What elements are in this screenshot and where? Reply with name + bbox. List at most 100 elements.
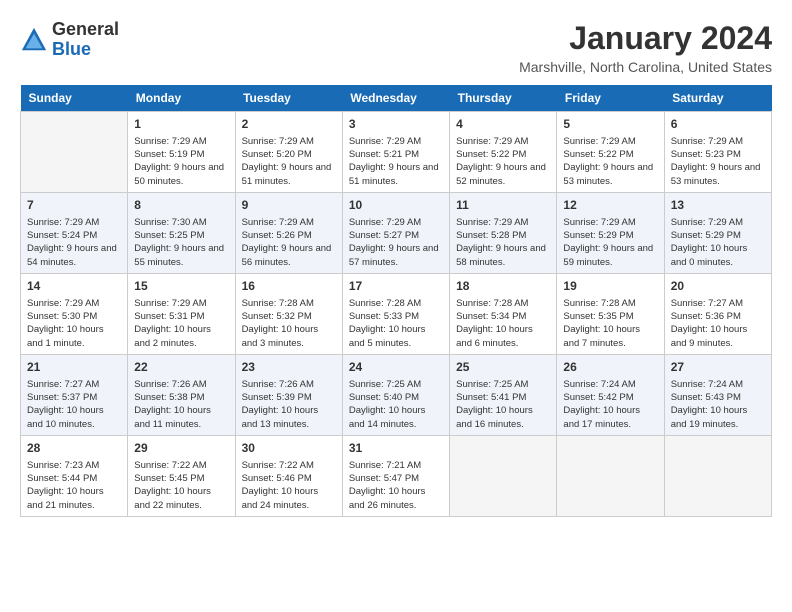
sunrise-text: Sunrise: 7:29 AM: [242, 216, 336, 229]
day-number: 22: [134, 359, 228, 376]
daylight-text: Daylight: 9 hours and 56 minutes.: [242, 242, 336, 269]
sunrise-text: Sunrise: 7:22 AM: [242, 459, 336, 472]
sunset-text: Sunset: 5:29 PM: [563, 229, 657, 242]
sunrise-text: Sunrise: 7:25 AM: [349, 378, 443, 391]
day-number: 23: [242, 359, 336, 376]
sunset-text: Sunset: 5:31 PM: [134, 310, 228, 323]
daylight-text: Daylight: 9 hours and 53 minutes.: [671, 161, 765, 188]
sunset-text: Sunset: 5:35 PM: [563, 310, 657, 323]
logo: General Blue: [20, 20, 119, 60]
sunset-text: Sunset: 5:30 PM: [27, 310, 121, 323]
daylight-text: Daylight: 10 hours and 16 minutes.: [456, 404, 550, 431]
logo-icon: [20, 26, 48, 54]
day-number: 6: [671, 116, 765, 133]
calendar-week-row: 14 Sunrise: 7:29 AMSunset: 5:30 PM Dayligh…: [21, 273, 772, 354]
sunrise-text: Sunrise: 7:22 AM: [134, 459, 228, 472]
daylight-text: Daylight: 10 hours and 26 minutes.: [349, 485, 443, 512]
sunset-text: Sunset: 5:36 PM: [671, 310, 765, 323]
day-header-saturday: Saturday: [664, 85, 771, 112]
sunrise-text: Sunrise: 7:29 AM: [671, 135, 765, 148]
day-number: 30: [242, 440, 336, 457]
sunset-text: Sunset: 5:28 PM: [456, 229, 550, 242]
day-number: 4: [456, 116, 550, 133]
sunrise-text: Sunrise: 7:28 AM: [349, 297, 443, 310]
daylight-text: Daylight: 10 hours and 2 minutes.: [134, 323, 228, 350]
daylight-text: Daylight: 10 hours and 7 minutes.: [563, 323, 657, 350]
sunrise-text: Sunrise: 7:24 AM: [563, 378, 657, 391]
day-number: 18: [456, 278, 550, 295]
daylight-text: Daylight: 10 hours and 10 minutes.: [27, 404, 121, 431]
calendar-cell: [557, 435, 664, 516]
calendar-table: SundayMondayTuesdayWednesdayThursdayFrid…: [20, 85, 772, 517]
daylight-text: Daylight: 9 hours and 55 minutes.: [134, 242, 228, 269]
sunset-text: Sunset: 5:23 PM: [671, 148, 765, 161]
calendar-cell: 31 Sunrise: 7:21 AMSunset: 5:47 PMDayligh…: [342, 435, 449, 516]
sunrise-text: Sunrise: 7:29 AM: [349, 135, 443, 148]
day-number: 13: [671, 197, 765, 214]
calendar-week-row: 7Sunrise: 7:29 AMSunset: 5:24 PMDaylight…: [21, 192, 772, 273]
calendar-cell: 2Sunrise: 7:29 AMSunset: 5:20 PMDaylight…: [235, 112, 342, 193]
calendar-cell: 30Sunrise: 7:22 AMSunset: 5:46 PMDayligh…: [235, 435, 342, 516]
daylight-text: Daylight: 10 hours and 17 minutes.: [563, 404, 657, 431]
calendar-cell: 12Sunrise: 7:29 AMSunset: 5:29 PMDayligh…: [557, 192, 664, 273]
calendar-cell: 7Sunrise: 7:29 AMSunset: 5:24 PMDaylight…: [21, 192, 128, 273]
sunrise-text: Sunrise: 7:24 AM: [671, 378, 765, 391]
calendar-cell: 26 Sunrise: 7:24 AMSunset: 5:42 PMDayligh…: [557, 354, 664, 435]
sunset-text: Sunset: 5:27 PM: [349, 229, 443, 242]
daylight-text: Daylight: 9 hours and 58 minutes.: [456, 242, 550, 269]
calendar-cell: 15Sunrise: 7:29 AMSunset: 5:31 PMDayligh…: [128, 273, 235, 354]
calendar-cell: 6 Sunrise: 7:29 AMSunset: 5:23 PMDaylight…: [664, 112, 771, 193]
calendar-cell: [21, 112, 128, 193]
day-number: 26: [563, 359, 657, 376]
daylight-text: Daylight: 10 hours and 3 minutes.: [242, 323, 336, 350]
day-number: 31: [349, 440, 443, 457]
sunset-text: Sunset: 5:40 PM: [349, 391, 443, 404]
calendar-cell: 13Sunrise: 7:29 AMSunset: 5:29 PMDayligh…: [664, 192, 771, 273]
sunset-text: Sunset: 5:46 PM: [242, 472, 336, 485]
sunrise-text: Sunrise: 7:29 AM: [27, 297, 121, 310]
calendar-cell: 9Sunrise: 7:29 AMSunset: 5:26 PMDaylight…: [235, 192, 342, 273]
sunrise-text: Sunrise: 7:28 AM: [242, 297, 336, 310]
calendar-cell: 22Sunrise: 7:26 AMSunset: 5:38 PMDayligh…: [128, 354, 235, 435]
sunrise-text: Sunrise: 7:21 AM: [349, 459, 443, 472]
day-header-thursday: Thursday: [450, 85, 557, 112]
day-number: 8: [134, 197, 228, 214]
sunrise-text: Sunrise: 7:29 AM: [27, 216, 121, 229]
calendar-cell: 20Sunrise: 7:27 AMSunset: 5:36 PMDayligh…: [664, 273, 771, 354]
day-number: 19: [563, 278, 657, 295]
sunrise-text: Sunrise: 7:29 AM: [242, 135, 336, 148]
sunset-text: Sunset: 5:37 PM: [27, 391, 121, 404]
sunset-text: Sunset: 5:47 PM: [349, 472, 443, 485]
sunrise-text: Sunrise: 7:23 AM: [27, 459, 121, 472]
sunset-text: Sunset: 5:34 PM: [456, 310, 550, 323]
day-number: 16: [242, 278, 336, 295]
sunrise-text: Sunrise: 7:29 AM: [134, 135, 228, 148]
day-header-monday: Monday: [128, 85, 235, 112]
day-number: 28: [27, 440, 121, 457]
page-header: General Blue January 2024 Marshville, No…: [20, 20, 772, 75]
daylight-text: Daylight: 10 hours and 13 minutes.: [242, 404, 336, 431]
calendar-cell: 14Sunrise: 7:29 AMSunset: 5:30 PMDayligh…: [21, 273, 128, 354]
sunset-text: Sunset: 5:25 PM: [134, 229, 228, 242]
sunset-text: Sunset: 5:42 PM: [563, 391, 657, 404]
sunset-text: Sunset: 5:38 PM: [134, 391, 228, 404]
calendar-cell: 28Sunrise: 7:23 AMSunset: 5:44 PMDayligh…: [21, 435, 128, 516]
day-number: 14: [27, 278, 121, 295]
sunrise-text: Sunrise: 7:26 AM: [134, 378, 228, 391]
sunrise-text: Sunrise: 7:29 AM: [456, 135, 550, 148]
calendar-cell: 3Sunrise: 7:29 AMSunset: 5:21 PMDaylight…: [342, 112, 449, 193]
day-header-tuesday: Tuesday: [235, 85, 342, 112]
day-number: 12: [563, 197, 657, 214]
calendar-cell: 19Sunrise: 7:28 AMSunset: 5:35 PMDayligh…: [557, 273, 664, 354]
title-block: January 2024 Marshville, North Carolina,…: [519, 20, 772, 75]
calendar-cell: 4Sunrise: 7:29 AMSunset: 5:22 PMDaylight…: [450, 112, 557, 193]
calendar-cell: 18Sunrise: 7:28 AMSunset: 5:34 PMDayligh…: [450, 273, 557, 354]
day-header-wednesday: Wednesday: [342, 85, 449, 112]
sunrise-text: Sunrise: 7:29 AM: [349, 216, 443, 229]
sunrise-text: Sunrise: 7:29 AM: [563, 216, 657, 229]
daylight-text: Daylight: 9 hours and 54 minutes.: [27, 242, 121, 269]
sunset-text: Sunset: 5:24 PM: [27, 229, 121, 242]
sunrise-text: Sunrise: 7:27 AM: [27, 378, 121, 391]
day-number: 9: [242, 197, 336, 214]
sunset-text: Sunset: 5:39 PM: [242, 391, 336, 404]
